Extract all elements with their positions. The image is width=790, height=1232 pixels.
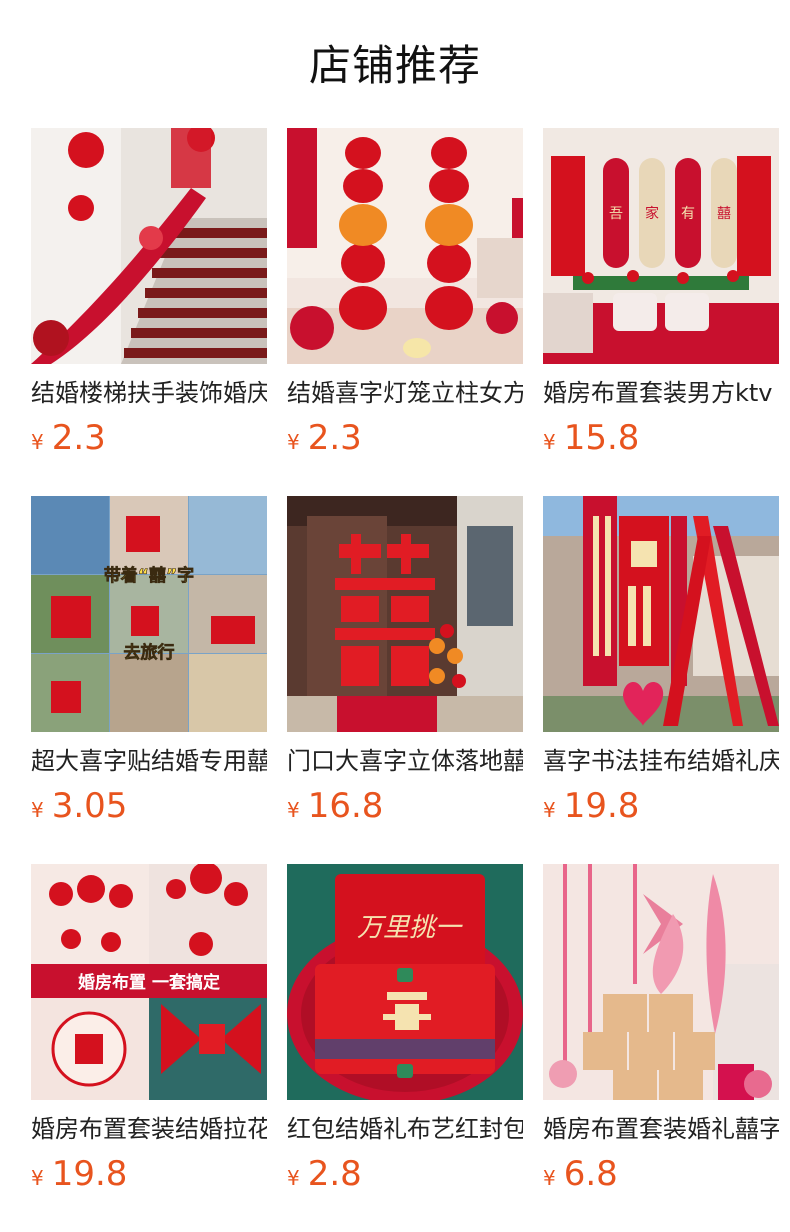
price-value: 16.8 [307, 786, 384, 826]
currency-symbol: ¥ [31, 798, 44, 822]
overlay-text: 去旅行 [124, 642, 175, 663]
price-value: 19.8 [51, 1154, 128, 1194]
product-price: ¥2.3 [31, 418, 267, 458]
product-image[interactable]: 婚房布置 一套搞定 [31, 864, 267, 1100]
product-image[interactable] [31, 128, 267, 364]
product-name[interactable]: 结婚喜字灯笼立柱女方 [287, 378, 523, 408]
currency-symbol: ¥ [287, 430, 300, 454]
product-card[interactable]: 带着“囍”字 去旅行 超大喜字贴结婚专用囍 ¥3.05 [31, 496, 267, 864]
product-name[interactable]: 喜字书法挂布结婚礼庆 [543, 746, 779, 776]
travel-collage-image: 带着“囍”字 去旅行 [31, 496, 267, 732]
product-price: ¥6.8 [543, 1154, 779, 1194]
product-card[interactable]: 结婚楼梯扶手装饰婚庆 ¥2.3 [31, 128, 267, 496]
overlay-text: 万里挑一 [357, 913, 463, 943]
product-image[interactable] [287, 496, 523, 732]
overlay-text: 囍 [717, 206, 731, 222]
currency-symbol: ¥ [31, 1166, 44, 1190]
product-image[interactable] [287, 128, 523, 364]
product-price: ¥2.8 [287, 1154, 523, 1194]
price-value: 15.8 [563, 418, 640, 458]
currency-symbol: ¥ [287, 798, 300, 822]
product-price: ¥19.8 [31, 1154, 267, 1194]
price-value: 2.3 [51, 418, 106, 458]
product-card[interactable]: 万里挑一 红包结婚礼布艺红封包 ¥2.8 [287, 864, 523, 1232]
page-title: 店铺推荐 [308, 41, 481, 90]
overlay-text: 吾 [609, 206, 623, 222]
product-name[interactable]: 婚房布置套装男方ktv [543, 378, 779, 408]
product-image[interactable]: 万里挑一 [287, 864, 523, 1100]
door-xi-image [287, 496, 523, 732]
product-name[interactable]: 门口大喜字立体落地囍 [287, 746, 523, 776]
calligraphy-banner-image [543, 496, 779, 732]
currency-symbol: ¥ [543, 798, 556, 822]
wedding-room-set-image: 婚房布置 一套搞定 [31, 864, 267, 1100]
overlay-text: 家 [645, 205, 659, 222]
product-name[interactable]: 婚房布置套装婚礼囍字 [543, 1114, 779, 1144]
overlay-text: 有 [681, 206, 695, 222]
currency-symbol: ¥ [31, 430, 44, 454]
currency-symbol: ¥ [287, 1166, 300, 1190]
price-value: 2.3 [307, 418, 362, 458]
currency-symbol: ¥ [543, 1166, 556, 1190]
product-card[interactable]: 喜字书法挂布结婚礼庆 ¥19.8 [543, 496, 779, 864]
product-card[interactable]: 结婚喜字灯笼立柱女方 ¥2.3 [287, 128, 523, 496]
red-envelope-image: 万里挑一 [287, 864, 523, 1100]
product-image[interactable] [543, 864, 779, 1100]
product-grid: 结婚楼梯扶手装饰婚庆 ¥2.3 结婚喜字灯笼立柱女方 ¥ 2.3 吾 家 有 囍… [31, 128, 790, 1232]
overlay-text: 婚房布置 一套搞定 [78, 972, 220, 993]
product-card[interactable]: 婚房布置 一套搞定 婚房布置套装结婚拉花 ¥19.8 [31, 864, 267, 1232]
price-value: 6.8 [563, 1154, 618, 1194]
product-name[interactable]: 红包结婚礼布艺红封包 [287, 1114, 523, 1144]
product-price: ¥3.05 [31, 786, 267, 826]
stair-decoration-image [31, 128, 267, 364]
product-name[interactable]: 结婚楼梯扶手装饰婚庆 [31, 378, 267, 408]
product-image[interactable] [543, 496, 779, 732]
product-image[interactable]: 带着“囍”字 去旅行 [31, 496, 267, 732]
product-card[interactable]: 门口大喜字立体落地囍 ¥16.8 [287, 496, 523, 864]
product-price: ¥2.3 [287, 418, 523, 458]
overlay-text: 带着“囍”字 [104, 565, 194, 586]
price-value: 2.8 [307, 1154, 362, 1194]
currency-symbol: ¥ [543, 430, 556, 454]
bedroom-decoration-image: 吾 家 有 囍 [543, 128, 779, 364]
product-card[interactable]: 婚房布置套装婚礼囍字 ¥6.8 [543, 864, 779, 1232]
product-name[interactable]: 超大喜字贴结婚专用囍 [31, 746, 267, 776]
product-name[interactable]: 婚房布置套装结婚拉花 [31, 1114, 267, 1144]
pink-decor-image [543, 864, 779, 1100]
price-value: 3.05 [51, 786, 128, 826]
product-price: ¥16.8 [287, 786, 523, 826]
product-price: ¥15.8 [543, 418, 779, 458]
product-card[interactable]: 吾 家 有 囍 婚房布置套装男方ktv ¥15.8 [543, 128, 779, 496]
product-price: ¥19.8 [543, 786, 779, 826]
product-image[interactable]: 吾 家 有 囍 [543, 128, 779, 364]
lantern-pillar-image [287, 128, 523, 364]
price-value: 19.8 [563, 786, 640, 826]
